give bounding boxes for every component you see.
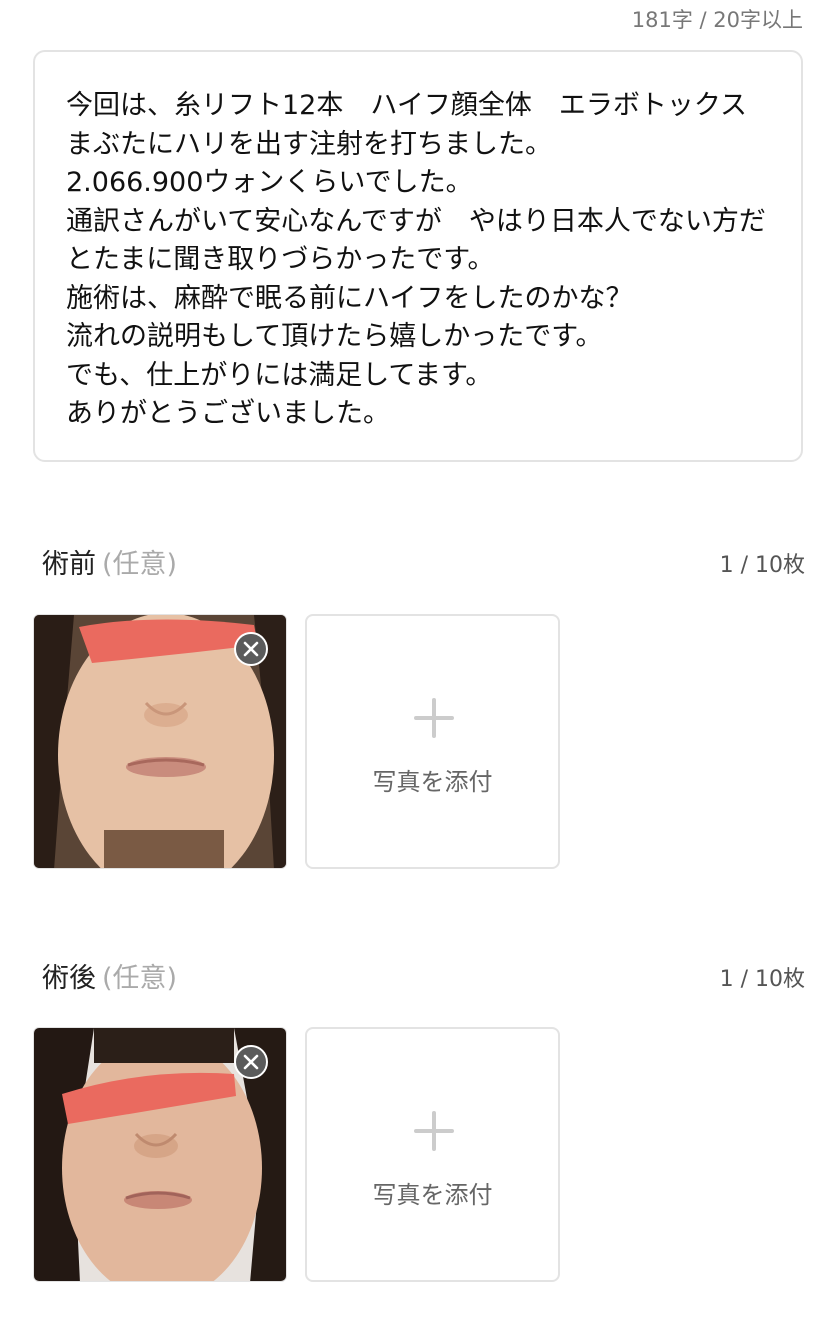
plus-icon: [414, 1111, 454, 1151]
after-attach-photo-button[interactable]: 写真を添付: [305, 1027, 560, 1282]
review-text: 今回は、糸リフト12本 ハイフ顔全体 エラボトックス まぶたにハリを出す注射を打…: [66, 90, 766, 429]
after-attach-label: 写真を添付: [372, 1181, 493, 1209]
before-optional-label: (任意): [102, 549, 178, 580]
before-attach-photo-button[interactable]: 写真を添付: [305, 614, 560, 869]
after-photo-count: 1 / 10枚: [719, 967, 805, 992]
before-attach-label: 写真を添付: [372, 768, 493, 796]
close-icon: [243, 1054, 259, 1070]
close-icon: [243, 641, 259, 657]
before-remove-photo-button[interactable]: [234, 632, 268, 666]
before-title-label: 術前: [42, 549, 96, 580]
after-optional-label: (任意): [102, 963, 178, 994]
character-counter: 181字 / 20字以上: [631, 8, 803, 32]
before-photo-count: 1 / 10枚: [719, 553, 805, 578]
after-section-title: 術後 (任意): [42, 956, 177, 995]
after-remove-photo-button[interactable]: [234, 1045, 268, 1079]
before-section-title: 術前 (任意): [42, 542, 177, 581]
plus-icon: [414, 698, 454, 738]
after-title-label: 術後: [42, 963, 96, 994]
